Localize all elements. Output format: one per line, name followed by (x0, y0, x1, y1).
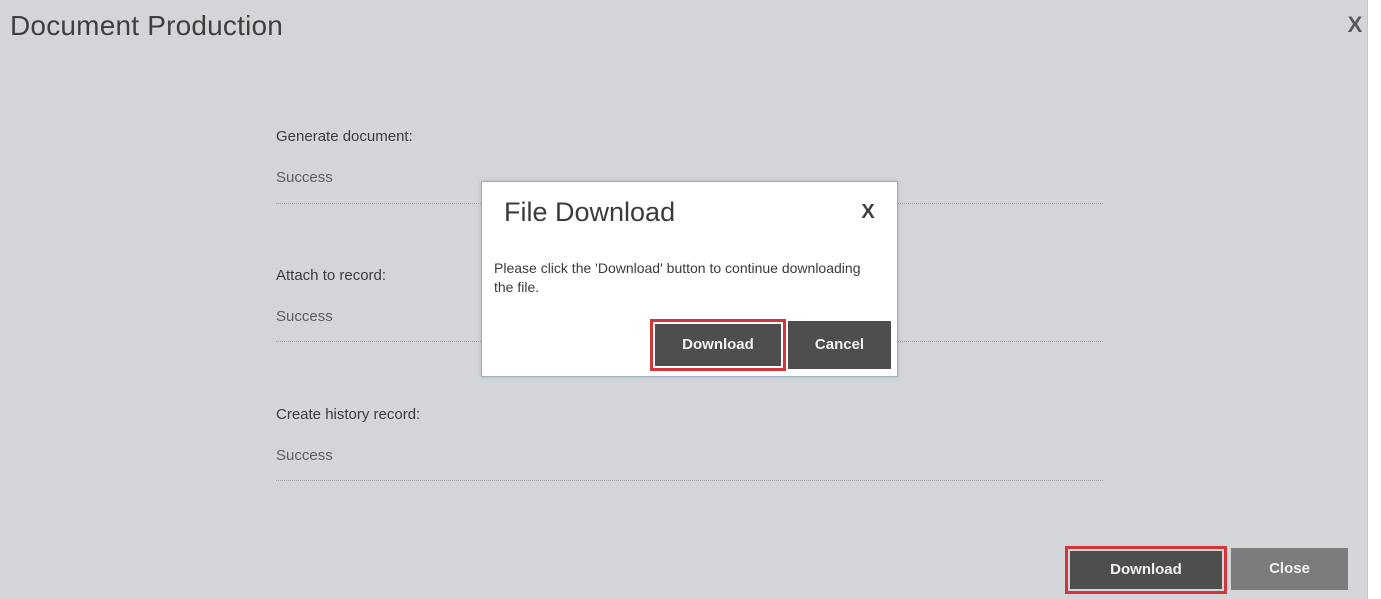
dialog-title: Document Production (10, 10, 284, 41)
modal-message: Please click the 'Download' button to co… (494, 260, 861, 295)
section-value-generate-document: Success (276, 169, 333, 186)
download-button[interactable]: Download (1065, 546, 1227, 594)
section-label-generate-document: Generate document: (276, 128, 413, 145)
file-download-modal: File Download X Please click the 'Downlo… (481, 181, 898, 377)
close-button[interactable]: Close (1231, 548, 1348, 590)
section-value-create-history-record: Success (276, 447, 333, 464)
close-icon[interactable]: X (858, 202, 878, 222)
section-label-attach-to-record: Attach to record: (276, 267, 387, 284)
section-value-attach-to-record: Success (276, 308, 333, 325)
document-production-dialog: Document Production X Generate document:… (0, 0, 1368, 599)
modal-title: File Download (504, 197, 676, 227)
section-label-create-history-record: Create history record: (276, 406, 421, 423)
modal-download-button[interactable]: Download (650, 319, 786, 371)
modal-cancel-button[interactable]: Cancel (788, 321, 891, 369)
divider (276, 480, 1103, 481)
close-icon[interactable]: X (1344, 14, 1366, 36)
